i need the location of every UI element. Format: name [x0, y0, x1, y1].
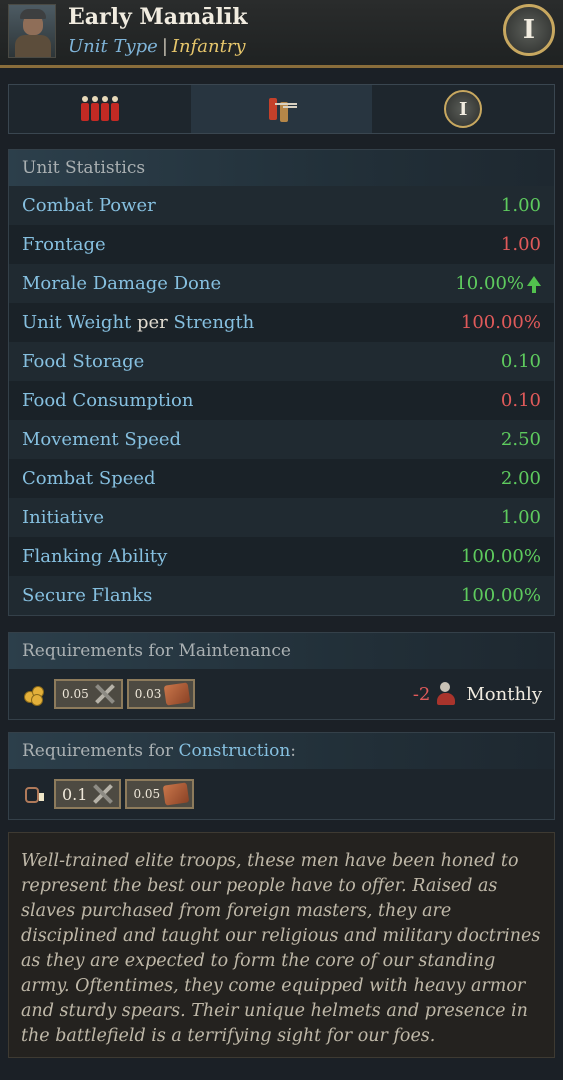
arrow-up-icon	[527, 276, 541, 293]
maintenance-title: Requirements for Maintenance	[9, 633, 554, 669]
stat-label: Frontage	[22, 234, 106, 255]
stat-value: 0.10	[500, 351, 541, 372]
resource-amount: 0.05	[133, 787, 161, 801]
tools-icon	[91, 782, 115, 806]
stat-initiative[interactable]: Initiative 1.00	[9, 498, 554, 537]
stat-value-group: 10.00%	[455, 273, 541, 294]
stat-label: Combat Speed	[22, 468, 156, 489]
tab-gunners[interactable]	[190, 85, 373, 133]
stat-secure-flanks[interactable]: Secure Flanks 100.00%	[9, 576, 554, 615]
era-badge-icon[interactable]: I	[503, 4, 555, 56]
stat-food-consumption[interactable]: Food Consumption 0.10	[9, 381, 554, 420]
stat-combat-power[interactable]: Combat Power 1.00	[9, 186, 554, 225]
stat-value: 1.00	[500, 234, 541, 255]
stat-movement-speed[interactable]: Movement Speed 2.50	[9, 420, 554, 459]
stat-label: Food Storage	[22, 351, 145, 372]
stat-value: 10.00%	[455, 273, 524, 294]
stat-value: 100.00%	[460, 546, 541, 567]
construction-title-colon: :	[290, 741, 296, 761]
tab-infantry-formation[interactable]	[9, 85, 191, 133]
tools-icon	[93, 682, 117, 706]
leather-icon	[162, 782, 190, 806]
construction-panel: Requirements for Construction: 0.1 0.05	[8, 732, 555, 820]
stat-label: Secure Flanks	[22, 585, 153, 606]
stat-label: Unit Weight per Strength	[22, 312, 254, 333]
period-label: Monthly	[466, 683, 542, 705]
unit-category[interactable]: Infantry	[172, 36, 246, 57]
gunners-icon	[267, 94, 297, 124]
construction-requirements: 0.1 0.05	[9, 769, 554, 819]
stat-combat-speed[interactable]: Combat Speed 2.00	[9, 459, 554, 498]
unit-statistics-panel: Unit Statistics Combat Power 1.00 Fronta…	[8, 149, 555, 616]
resource-amount: 0.03	[134, 687, 162, 701]
stat-label-strength[interactable]: Strength	[174, 312, 255, 333]
maintenance-requirements: 0.05 0.03 -2 Monthly	[9, 669, 554, 719]
construction-leather-resource[interactable]: 0.05	[125, 779, 195, 809]
maintenance-leather-resource[interactable]: 0.03	[126, 679, 196, 709]
stat-label: Morale Damage Done	[22, 273, 222, 294]
population-change: -2	[412, 683, 431, 705]
stat-label: Combat Power	[22, 195, 156, 216]
stats-list: Combat Power 1.00 Frontage 1.00 Morale D…	[9, 186, 554, 615]
unit-name: Early Mamālīk	[68, 4, 248, 30]
maintenance-tools-resource[interactable]: 0.05	[54, 679, 123, 709]
construction-tools-resource[interactable]: 0.1	[54, 779, 122, 809]
stat-label-per: per	[137, 312, 168, 333]
stat-flanking-ability[interactable]: Flanking Ability 100.00%	[9, 537, 554, 576]
era-badge-icon: I	[444, 90, 483, 128]
tab-era-label: I	[458, 98, 468, 120]
unit-type-link[interactable]: Unit Type	[68, 36, 158, 57]
stat-morale-damage-done[interactable]: Morale Damage Done 10.00%	[9, 264, 554, 303]
unit-description: Well-trained elite troops, these men hav…	[8, 832, 555, 1058]
stat-label: Movement Speed	[22, 429, 182, 450]
stat-food-storage[interactable]: Food Storage 0.10	[9, 342, 554, 381]
stat-label: Flanking Ability	[22, 546, 168, 567]
unit-subtitle: Unit Type | Infantry	[68, 36, 246, 57]
stat-value: 1.00	[500, 195, 541, 216]
construction-title-prefix: Requirements for	[22, 741, 174, 761]
subtitle-separator: |	[161, 36, 168, 57]
stat-value: 2.00	[500, 468, 541, 489]
unit-tabs: I	[8, 84, 555, 134]
era-badge-label: I	[522, 15, 536, 45]
population-icon	[436, 682, 460, 706]
infantry-formation-icon	[80, 96, 119, 122]
tab-era[interactable]: I	[372, 85, 554, 133]
stat-unit-weight-per-strength[interactable]: Unit Weight per Strength 100.00%	[9, 303, 554, 342]
unit-header: Early Mamālīk Unit Type | Infantry I	[0, 0, 563, 68]
unit-portrait-icon	[8, 4, 56, 58]
stat-label-unit-weight[interactable]: Unit Weight	[22, 312, 131, 333]
stat-label: Food Consumption	[22, 390, 194, 411]
maintenance-panel: Requirements for Maintenance 0.05 0.03 -…	[8, 632, 555, 720]
leather-icon	[164, 682, 191, 706]
resource-amount: 0.1	[62, 784, 88, 804]
stat-value: 0.10	[500, 390, 541, 411]
stat-label: Initiative	[22, 507, 104, 528]
construction-link[interactable]: Construction	[178, 741, 290, 761]
stat-value: 100.00%	[460, 312, 541, 333]
gold-coins-icon	[22, 683, 44, 706]
stat-value: 2.50	[500, 429, 541, 450]
stat-frontage[interactable]: Frontage 1.00	[9, 225, 554, 264]
stat-value: 100.00%	[460, 585, 541, 606]
population-upkeep[interactable]: -2 Monthly	[413, 669, 542, 719]
resource-amount: 0.05	[62, 687, 89, 701]
stat-value: 1.00	[500, 507, 541, 528]
construction-title: Requirements for Construction:	[9, 733, 554, 769]
unit-statistics-title: Unit Statistics	[9, 150, 554, 186]
recruit-icon	[22, 783, 44, 805]
